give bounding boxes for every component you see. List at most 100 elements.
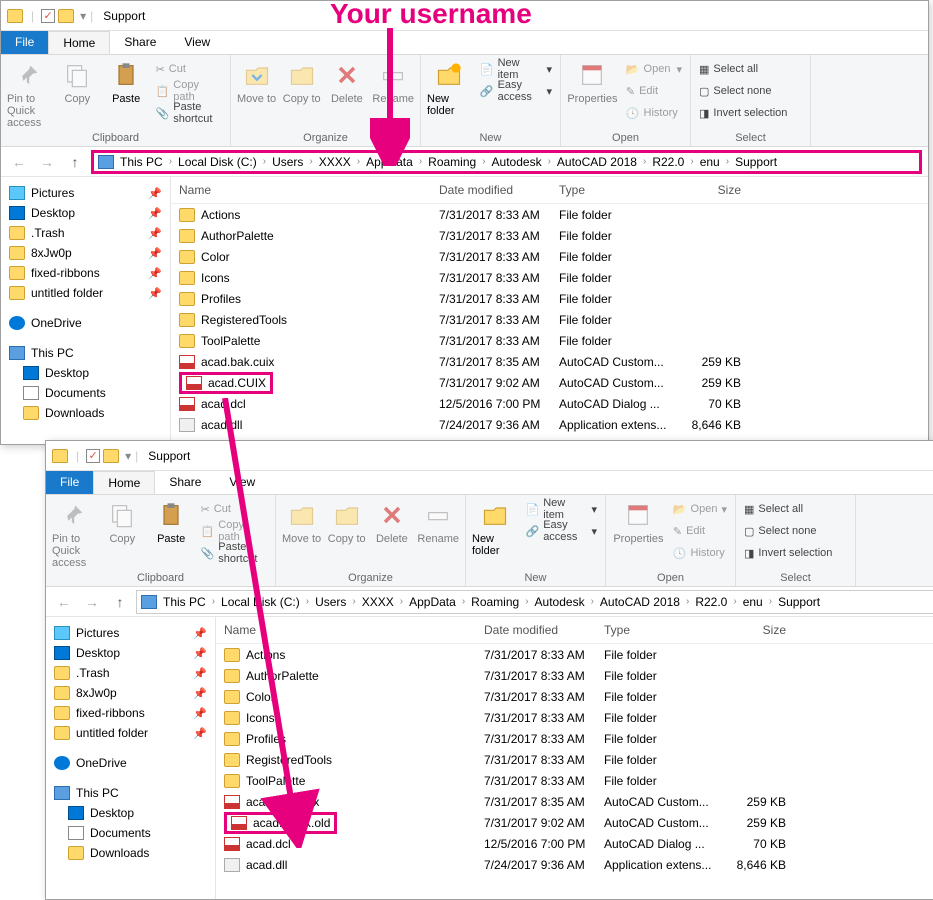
selectall-button[interactable]: ▦Select all xyxy=(697,59,789,79)
nav-pc-item[interactable]: Downloads xyxy=(5,403,166,423)
breadcrumb-segment[interactable]: Local Disk (C:) xyxy=(178,155,257,169)
breadcrumb-segment[interactable]: Support xyxy=(778,595,820,609)
file-row[interactable]: Actions7/31/2017 8:33 AMFile folder xyxy=(171,204,928,225)
file-row[interactable]: Icons7/31/2017 8:33 AMFile folder xyxy=(171,267,928,288)
copy-button[interactable]: Copy xyxy=(56,59,99,105)
paste-button[interactable]: Paste xyxy=(105,59,148,105)
file-row[interactable]: acad.bak.cuix7/31/2017 8:35 AMAutoCAD Cu… xyxy=(171,351,928,372)
file-row[interactable]: acad.dll7/24/2017 9:36 AMApplication ext… xyxy=(216,854,933,875)
column-date[interactable]: Date modified xyxy=(439,183,559,197)
breadcrumb-segment[interactable]: This PC xyxy=(163,595,206,609)
tab-file[interactable]: File xyxy=(1,31,48,54)
breadcrumb-segment[interactable]: Autodesk xyxy=(492,155,542,169)
copy-button[interactable]: Copy xyxy=(101,499,144,545)
column-type[interactable]: Type xyxy=(604,623,724,637)
tab-home[interactable]: Home xyxy=(93,471,155,494)
column-size[interactable]: Size xyxy=(724,623,794,637)
breadcrumb-segment[interactable]: AutoCAD 2018 xyxy=(600,595,680,609)
breadcrumb-segment[interactable]: This PC xyxy=(120,155,163,169)
forward-button[interactable]: → xyxy=(80,590,104,614)
newfolder-button[interactable]: New folder xyxy=(472,499,517,557)
forward-button[interactable]: → xyxy=(35,150,59,174)
tab-share[interactable]: Share xyxy=(155,471,215,494)
history-button[interactable]: 🕓History xyxy=(624,103,684,123)
qat-folder-icon[interactable] xyxy=(58,9,74,23)
column-size[interactable]: Size xyxy=(679,183,749,197)
pin-button[interactable]: Pin to Quick access xyxy=(52,499,95,569)
breadcrumb-segment[interactable]: Roaming xyxy=(471,595,519,609)
nav-quick-item[interactable]: untitled folder📌 xyxy=(50,723,211,743)
easyaccess-button[interactable]: 🔗Easy access▾ xyxy=(523,521,599,541)
invert-button[interactable]: ◨Invert selection xyxy=(697,103,789,123)
nav-quick-item[interactable]: Desktop📌 xyxy=(50,643,211,663)
breadcrumb-segment[interactable]: AutoCAD 2018 xyxy=(557,155,637,169)
newfolder-button[interactable]: New folder xyxy=(427,59,472,117)
breadcrumb-segment[interactable]: XXXX xyxy=(362,595,394,609)
delete-button[interactable]: Delete xyxy=(327,59,366,105)
newitem-button[interactable]: 📄New item▾ xyxy=(523,499,599,519)
pin-button[interactable]: Pin to Quick access xyxy=(7,59,50,129)
breadcrumb[interactable]: This PC›Local Disk (C:)›Users›XXXX›AppDa… xyxy=(91,150,922,174)
tab-share[interactable]: Share xyxy=(110,31,170,54)
nav-pc-item[interactable]: Downloads xyxy=(50,843,211,863)
newitem-button[interactable]: 📄New item▾ xyxy=(478,59,554,79)
nav-quick-item[interactable]: .Trash📌 xyxy=(50,663,211,683)
file-row[interactable]: Color7/31/2017 8:33 AMFile folder xyxy=(171,246,928,267)
rename-button[interactable]: Rename xyxy=(417,499,459,545)
selectnone-button[interactable]: ▢Select none xyxy=(697,81,789,101)
nav-pc-item[interactable]: Desktop xyxy=(5,363,166,383)
breadcrumb-segment[interactable]: Autodesk xyxy=(535,595,585,609)
open-button[interactable]: 📂Open▾ xyxy=(671,499,729,519)
breadcrumb-segment[interactable]: Roaming xyxy=(428,155,476,169)
file-row[interactable]: RegisteredTools7/31/2017 8:33 AMFile fol… xyxy=(171,309,928,330)
nav-quick-item[interactable]: 8xJw0p📌 xyxy=(5,243,166,263)
titlebar[interactable]: | ✓ ▾ | Support xyxy=(46,441,933,471)
moveto-button[interactable]: Move to xyxy=(237,59,276,105)
breadcrumb-segment[interactable]: AppData xyxy=(409,595,456,609)
file-row[interactable]: AuthorPalette7/31/2017 8:33 AMFile folde… xyxy=(171,225,928,246)
tab-file[interactable]: File xyxy=(46,471,93,494)
breadcrumb-segment[interactable]: Support xyxy=(735,155,777,169)
breadcrumb-segment[interactable]: Users xyxy=(272,155,303,169)
easyaccess-button[interactable]: 🔗Easy access▾ xyxy=(478,81,554,101)
invert-button[interactable]: ◨Invert selection xyxy=(742,543,834,563)
column-name[interactable]: Name xyxy=(179,183,439,197)
nav-quick-item[interactable]: .Trash📌 xyxy=(5,223,166,243)
nav-thispc[interactable]: This PC xyxy=(50,783,211,803)
paste-button[interactable]: Paste xyxy=(150,499,193,545)
cut-button[interactable]: ✂Cut xyxy=(154,59,224,79)
nav-pc-item[interactable]: Documents xyxy=(5,383,166,403)
properties-button[interactable]: Properties xyxy=(567,59,618,105)
nav-quick-item[interactable]: Desktop📌 xyxy=(5,203,166,223)
open-button[interactable]: 📂Open▾ xyxy=(624,59,684,79)
nav-quick-item[interactable]: 8xJw0p📌 xyxy=(50,683,211,703)
up-button[interactable]: ↑ xyxy=(63,150,87,174)
file-row[interactable]: Profiles7/31/2017 8:33 AMFile folder xyxy=(171,288,928,309)
tab-view[interactable]: View xyxy=(170,31,224,54)
properties-button[interactable]: Properties xyxy=(612,499,665,545)
breadcrumb-segment[interactable]: enu xyxy=(743,595,763,609)
qat-properties-icon[interactable]: ✓ xyxy=(86,449,100,463)
nav-pc-item[interactable]: Desktop xyxy=(50,803,211,823)
nav-thispc[interactable]: This PC xyxy=(5,343,166,363)
nav-quick-item[interactable]: untitled folder📌 xyxy=(5,283,166,303)
nav-quick-item[interactable]: fixed-ribbons📌 xyxy=(50,703,211,723)
column-date[interactable]: Date modified xyxy=(484,623,604,637)
history-button[interactable]: 🕓History xyxy=(671,543,729,563)
column-type[interactable]: Type xyxy=(559,183,679,197)
qat-folder-icon[interactable] xyxy=(103,449,119,463)
qat-properties-icon[interactable]: ✓ xyxy=(41,9,55,23)
breadcrumb-segment[interactable]: R22.0 xyxy=(652,155,684,169)
file-row[interactable]: ToolPalette7/31/2017 8:33 AMFile folder xyxy=(171,330,928,351)
copyto-button[interactable]: Copy to xyxy=(282,59,321,105)
breadcrumb-segment[interactable]: enu xyxy=(700,155,720,169)
selectnone-button[interactable]: ▢Select none xyxy=(742,521,834,541)
breadcrumb-segment[interactable]: XXXX xyxy=(319,155,351,169)
breadcrumb-segment[interactable]: R22.0 xyxy=(695,595,727,609)
nav-quick-item[interactable]: Pictures📌 xyxy=(50,623,211,643)
file-row[interactable]: acad.CUIX7/31/2017 9:02 AMAutoCAD Custom… xyxy=(171,372,928,393)
back-button[interactable]: ← xyxy=(52,590,76,614)
edit-button[interactable]: ✎Edit xyxy=(671,521,729,541)
up-button[interactable]: ↑ xyxy=(108,590,132,614)
nav-onedrive[interactable]: OneDrive xyxy=(5,313,166,333)
